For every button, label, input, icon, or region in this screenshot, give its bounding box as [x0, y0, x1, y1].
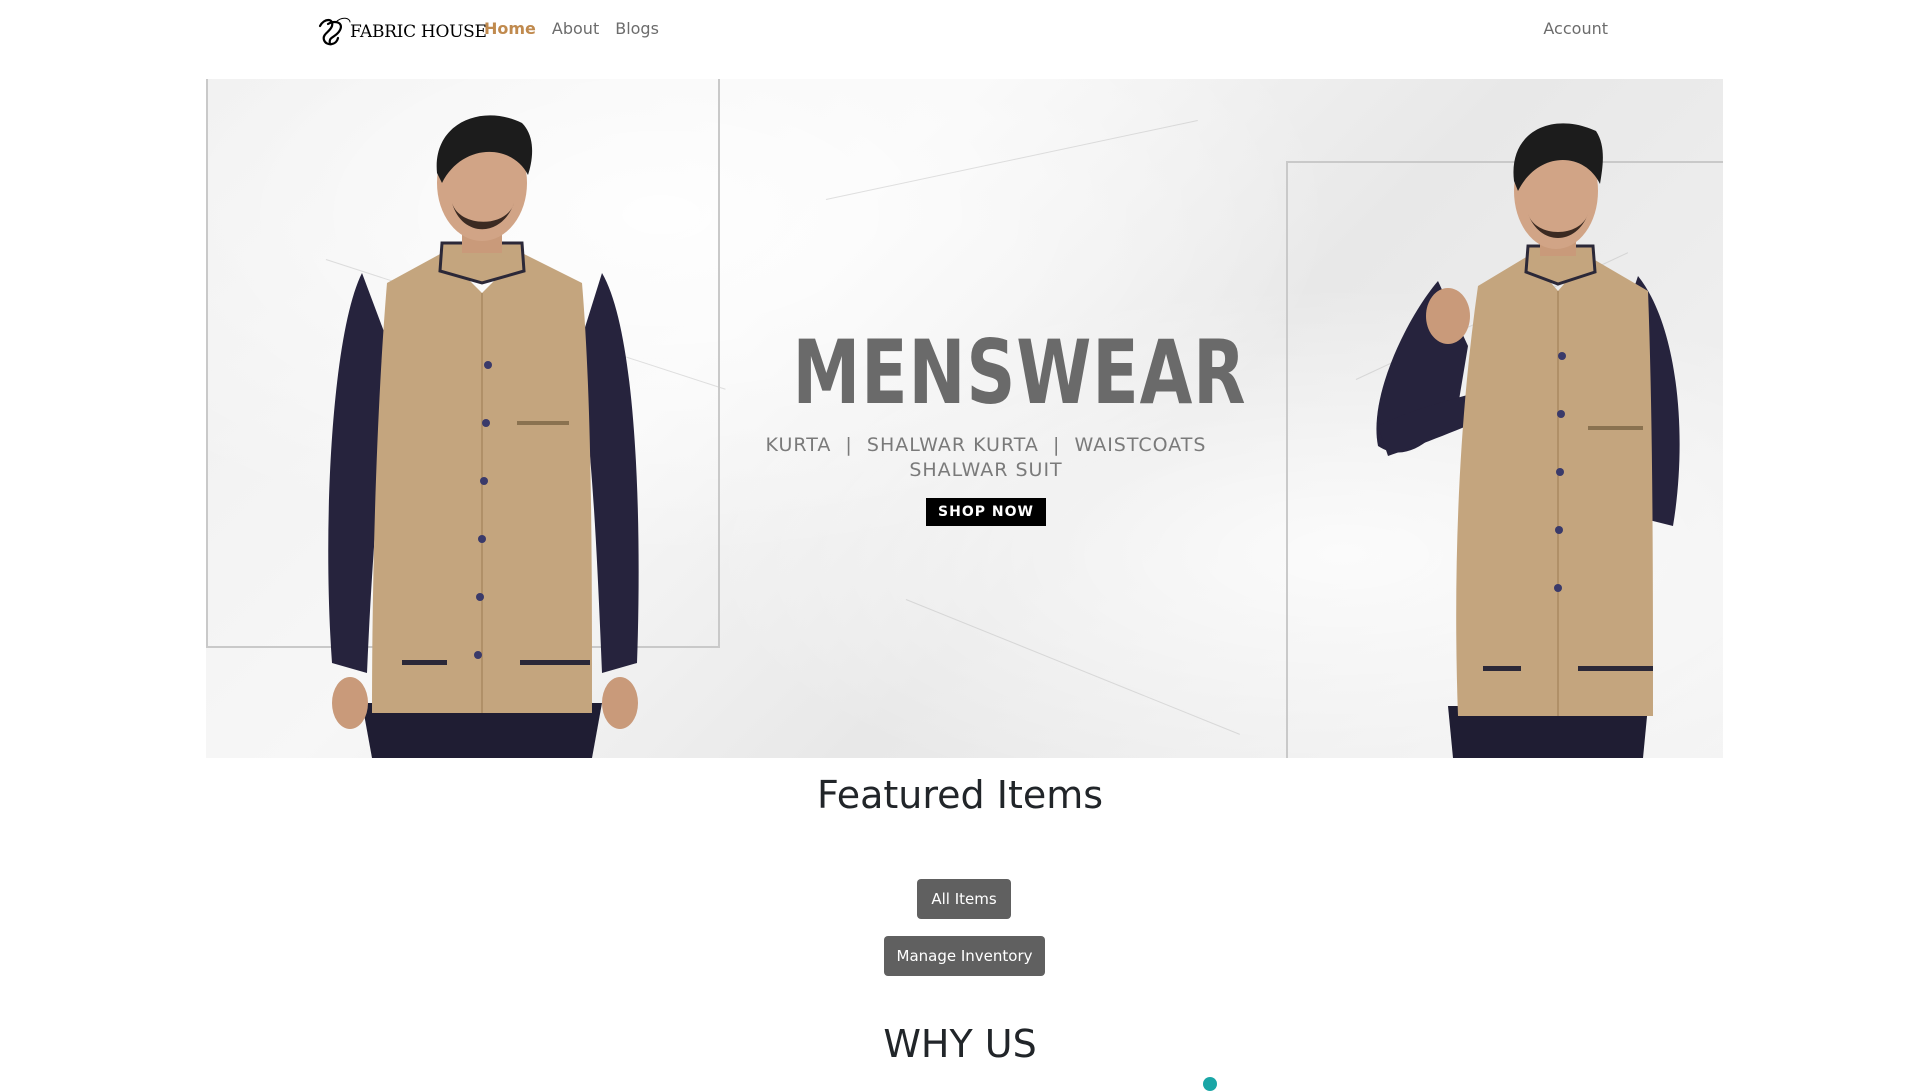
brand-name: FABRIC HOUSE [350, 22, 487, 42]
nav-blogs[interactable]: Blogs [615, 19, 659, 38]
brand-logo[interactable]: FABRIC HOUSE [314, 12, 487, 52]
hero-copy: MENSWEAR KURTA | SHALWAR KURTA | WAISTCO… [761, 321, 1247, 526]
featured-items-heading: Featured Items [816, 773, 1104, 817]
all-items-button[interactable]: All Items [917, 879, 1011, 919]
model-image-right [1376, 123, 1680, 758]
marble-vein [905, 599, 1240, 735]
manage-inventory-button[interactable]: Manage Inventory [884, 936, 1045, 976]
hero-banner: MENSWEAR KURTA | SHALWAR KURTA | WAISTCO… [206, 79, 1723, 758]
marble-vein [825, 120, 1198, 200]
decorative-dot-icon [1203, 1077, 1217, 1091]
nav-about[interactable]: About [552, 19, 599, 38]
nav-home[interactable]: Home [484, 19, 536, 38]
nav-account[interactable]: Account [1543, 19, 1608, 38]
why-us-heading: WHY US [883, 1022, 1037, 1066]
hero-subtitle-line2: SHALWAR SUIT [909, 459, 1063, 481]
navbar: FABRIC HOUSE Home About Blogs Account [0, 0, 1920, 64]
hero-title: MENSWEAR [792, 321, 1247, 424]
hero-subtitle-line1: KURTA | SHALWAR KURTA | WAISTCOATS [765, 434, 1207, 456]
fabric-house-logo-icon [318, 17, 351, 46]
shop-now-button[interactable]: SHOP NOW [926, 498, 1046, 526]
model-image-left [328, 115, 639, 758]
main-nav: Home About Blogs [484, 19, 659, 38]
